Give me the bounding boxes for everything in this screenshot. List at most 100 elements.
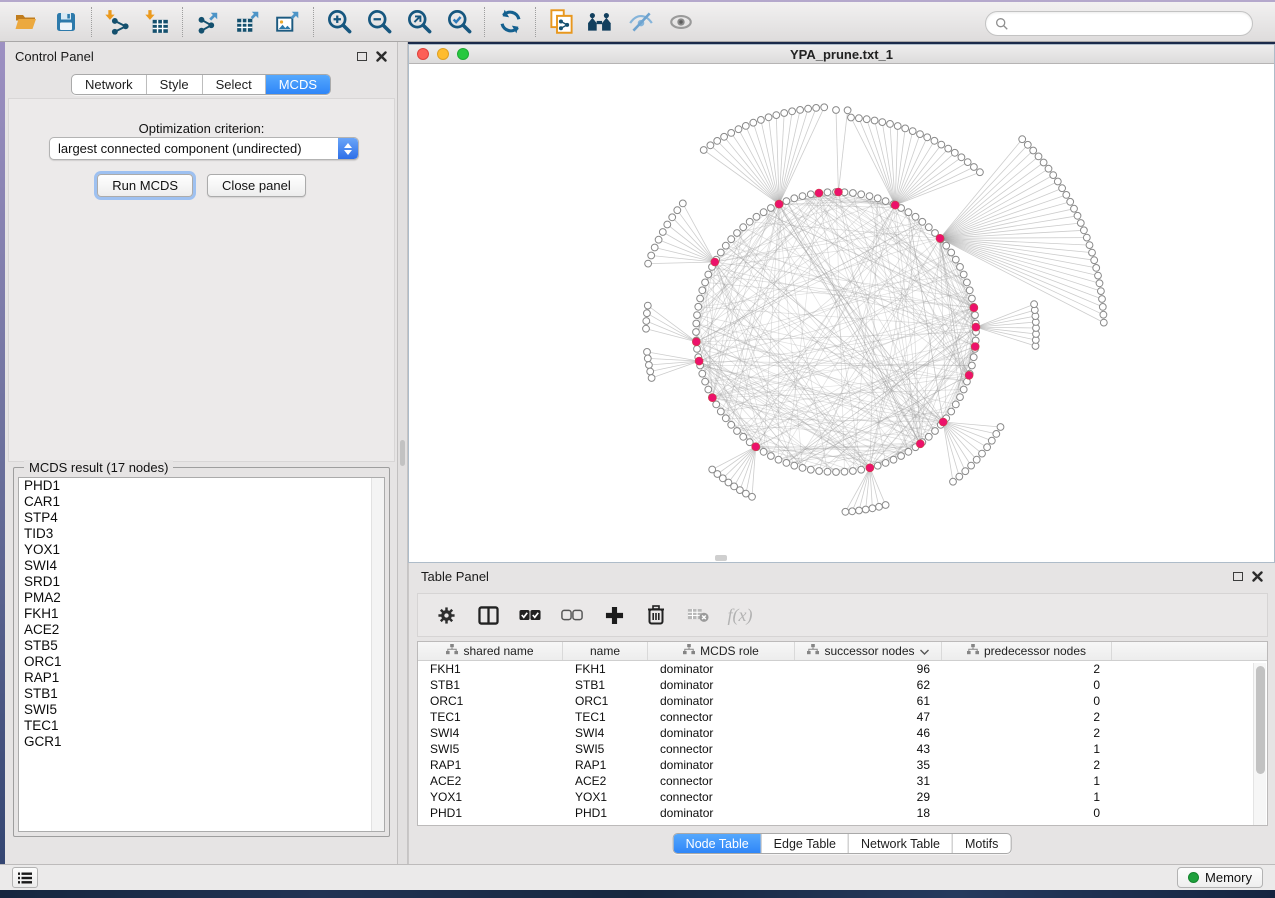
- close-panel-button[interactable]: Close panel: [207, 174, 306, 197]
- panel-list-button[interactable]: [12, 867, 38, 888]
- gear-icon: [437, 606, 456, 625]
- zoom-selected-button[interactable]: [439, 5, 479, 39]
- mcds-result-item[interactable]: PHD1: [19, 478, 384, 494]
- select-all-rows-button[interactable]: [516, 600, 544, 630]
- close-panel-icon[interactable]: [376, 51, 387, 62]
- tab-edge-table[interactable]: Edge Table: [762, 834, 849, 853]
- network-snapshot-button[interactable]: [541, 5, 581, 39]
- import-table-button[interactable]: [137, 5, 177, 39]
- mcds-result-item[interactable]: FKH1: [19, 606, 384, 622]
- table-row[interactable]: SWI4SWI4dominator462: [418, 725, 1267, 741]
- splitter-handle[interactable]: [400, 440, 405, 466]
- tab-select[interactable]: Select: [203, 75, 266, 94]
- table-cell: 43: [795, 742, 942, 756]
- export-network-button[interactable]: [188, 5, 228, 39]
- deselect-all-rows-button[interactable]: [558, 600, 586, 630]
- mcds-result-item[interactable]: CAR1: [19, 494, 384, 510]
- tab-network-table[interactable]: Network Table: [849, 834, 953, 853]
- table-cell: 1: [942, 742, 1112, 756]
- mcds-result-item[interactable]: TEC1: [19, 718, 384, 734]
- tab-style[interactable]: Style: [147, 75, 203, 94]
- tab-mcds[interactable]: MCDS: [266, 75, 330, 94]
- table-row[interactable]: YOX1YOX1connector291: [418, 789, 1267, 805]
- float-panel-icon[interactable]: [1233, 572, 1243, 581]
- function-builder-button-disabled: f(x): [726, 600, 754, 630]
- unchecked-boxes-icon: [561, 609, 583, 621]
- network-window-titlebar[interactable]: YPA_prune.txt_1: [409, 45, 1274, 64]
- search-box[interactable]: [985, 11, 1253, 36]
- export-table-icon: [235, 9, 261, 35]
- column-header-successor-nodes[interactable]: successor nodes: [795, 642, 942, 660]
- node-table-header: shared namenameMCDS rolesuccessor nodesp…: [418, 642, 1267, 661]
- zoom-in-button[interactable]: [319, 5, 359, 39]
- mcds-result-item[interactable]: SRD1: [19, 574, 384, 590]
- mcds-result-item[interactable]: GCR1: [19, 734, 384, 750]
- show-columns-button[interactable]: [474, 600, 502, 630]
- table-row[interactable]: STB1STB1dominator620: [418, 677, 1267, 693]
- toolbar-separator: [182, 7, 183, 37]
- import-network-button[interactable]: [97, 5, 137, 39]
- mcds-result-item[interactable]: STP4: [19, 510, 384, 526]
- table-row[interactable]: ACE2ACE2connector311: [418, 773, 1267, 789]
- table-row[interactable]: PHD1PHD1dominator180: [418, 805, 1267, 821]
- zoom-fit-button[interactable]: [399, 5, 439, 39]
- mcds-result-item[interactable]: SWI5: [19, 702, 384, 718]
- table-cell: ORC1: [563, 694, 648, 708]
- tab-node-table[interactable]: Node Table: [674, 834, 762, 853]
- mcds-result-item[interactable]: STB1: [19, 686, 384, 702]
- table-cell: STB1: [418, 678, 563, 692]
- tab-motifs[interactable]: Motifs: [953, 834, 1010, 853]
- save-session-button[interactable]: [46, 5, 86, 39]
- mcds-result-item[interactable]: ACE2: [19, 622, 384, 638]
- float-panel-icon[interactable]: [357, 52, 367, 61]
- mcds-result-title: MCDS result (17 nodes): [24, 460, 173, 475]
- table-row[interactable]: RAP1RAP1dominator352: [418, 757, 1267, 773]
- column-header-MCDS-role[interactable]: MCDS role: [648, 642, 795, 660]
- mcds-list-scrollbar[interactable]: [371, 478, 384, 831]
- zoom-in-icon: [326, 8, 353, 35]
- refresh-icon: [497, 8, 524, 35]
- panel-splitter[interactable]: [398, 42, 408, 864]
- table-scrollbar[interactable]: [1253, 663, 1266, 825]
- add-column-button[interactable]: [600, 600, 628, 630]
- mcds-result-item[interactable]: SWI4: [19, 558, 384, 574]
- open-file-button[interactable]: [6, 5, 46, 39]
- table-cell: FKH1: [418, 662, 563, 676]
- mcds-result-item[interactable]: PMA2: [19, 590, 384, 606]
- refresh-layout-button[interactable]: [490, 5, 530, 39]
- zoom-out-button[interactable]: [359, 5, 399, 39]
- mcds-result-item[interactable]: ORC1: [19, 654, 384, 670]
- criterion-dropdown[interactable]: largest connected component (undirected): [49, 137, 359, 160]
- network-canvas[interactable]: [409, 64, 1274, 562]
- column-header-name[interactable]: name: [563, 642, 648, 660]
- show-all-button[interactable]: [661, 5, 701, 39]
- export-image-button[interactable]: [268, 5, 308, 39]
- network-hscroll-thumb[interactable]: [715, 555, 727, 561]
- first-neighbors-button[interactable]: [581, 5, 621, 39]
- hide-selected-button[interactable]: [621, 5, 661, 39]
- column-header-shared-name[interactable]: shared name: [418, 642, 563, 660]
- settings-gear-button[interactable]: [432, 600, 460, 630]
- toolbar-separator: [91, 7, 92, 37]
- table-row[interactable]: FKH1FKH1dominator962: [418, 661, 1267, 677]
- delete-columns-button[interactable]: [642, 600, 670, 630]
- column-header-predecessor-nodes[interactable]: predecessor nodes: [942, 642, 1112, 660]
- mcds-result-list[interactable]: PHD1CAR1STP4TID3YOX1SWI4SRD1PMA2FKH1ACE2…: [18, 477, 385, 832]
- close-panel-icon[interactable]: [1252, 571, 1263, 582]
- tab-network[interactable]: Network: [72, 75, 147, 94]
- run-mcds-button[interactable]: Run MCDS: [97, 174, 193, 197]
- table-row[interactable]: SWI5SWI5connector431: [418, 741, 1267, 757]
- network-graph[interactable]: [409, 64, 1274, 562]
- table-cell: SWI4: [563, 726, 648, 740]
- memory-button[interactable]: Memory: [1177, 867, 1263, 888]
- table-scrollbar-thumb[interactable]: [1256, 666, 1265, 774]
- mcds-result-item[interactable]: RAP1: [19, 670, 384, 686]
- table-row[interactable]: TEC1TEC1connector472: [418, 709, 1267, 725]
- table-row[interactable]: ORC1ORC1dominator610: [418, 693, 1267, 709]
- mcds-result-item[interactable]: STB5: [19, 638, 384, 654]
- mcds-result-item[interactable]: YOX1: [19, 542, 384, 558]
- search-input[interactable]: [1014, 16, 1252, 31]
- export-table-button[interactable]: [228, 5, 268, 39]
- table-cell: RAP1: [418, 758, 563, 772]
- mcds-result-item[interactable]: TID3: [19, 526, 384, 542]
